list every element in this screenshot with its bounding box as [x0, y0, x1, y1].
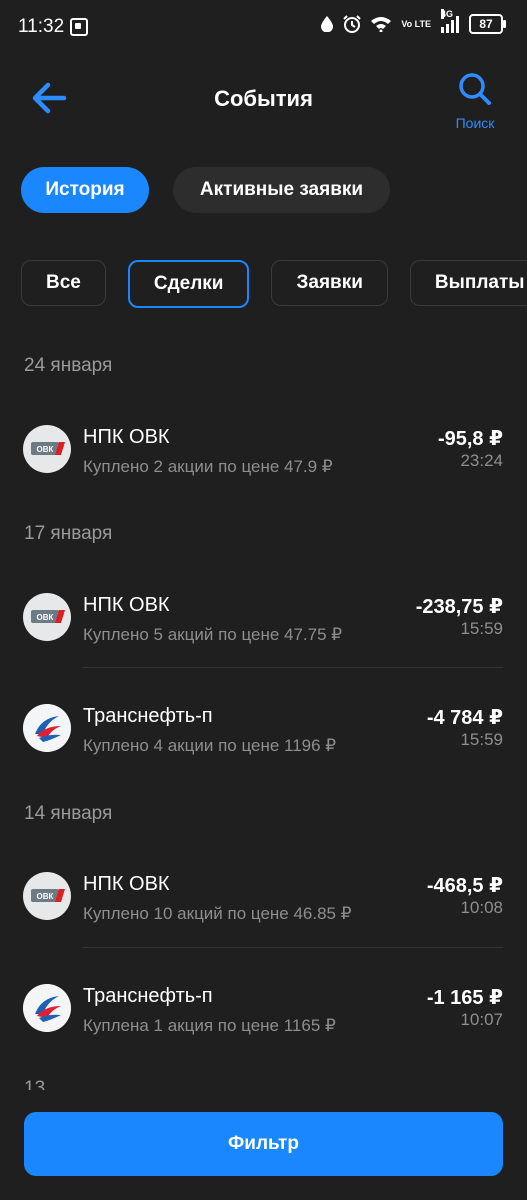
search-button[interactable]: Поиск	[447, 72, 503, 134]
search-label: Поиск	[455, 115, 495, 131]
date-header: 14 января	[24, 803, 113, 824]
instrument-name: Транснефть-п	[83, 985, 213, 1007]
chip-payouts[interactable]: Выплаты	[409, 260, 527, 306]
tab-history[interactable]: История	[21, 167, 149, 213]
ovk-logo: ОВК	[23, 425, 71, 473]
search-icon	[459, 73, 491, 105]
instrument-name: НПК ОВК	[83, 594, 170, 616]
list-item[interactable]: ОВК НПК ОВК Куплено 10 акций по цене 46.…	[0, 841, 527, 951]
deal-time: 10:08	[460, 898, 503, 917]
deal-description: Куплено 4 акции по цене 1196 ₽	[83, 736, 337, 755]
data-saver-icon	[321, 16, 334, 32]
deal-time: 15:59	[460, 730, 503, 749]
deal-amount: -95,8 ₽	[437, 428, 503, 450]
ovk-logo: ОВК	[23, 872, 71, 920]
list-item[interactable]: ОВК НПК ОВК Куплено 2 акции по цене 47.9…	[0, 393, 527, 503]
status-icons: Vo LTE 4G 87	[321, 9, 506, 34]
deal-description: Куплено 2 акции по цене 47.9 ₽	[83, 457, 333, 476]
filter-button[interactable]: Фильтр	[24, 1112, 503, 1176]
deal-time: 23:24	[460, 451, 503, 470]
deal-time: 10:07	[460, 1010, 503, 1029]
deal-amount: -4 784 ₽	[426, 707, 503, 729]
instrument-name: Транснефть-п	[83, 705, 213, 727]
list-item[interactable]: Транснефть-п Куплена 1 акция по цене 116…	[0, 953, 527, 1063]
screenshot-notification-icon	[70, 18, 88, 36]
status-time: 11:32	[18, 16, 65, 37]
deal-time: 15:59	[460, 619, 503, 638]
chip-deals[interactable]: Сделки	[127, 260, 250, 308]
deal-amount: -1 165 ₽	[426, 987, 503, 1009]
volte-icon: Vo LTE	[401, 18, 431, 29]
transneft-logo	[23, 984, 71, 1032]
deal-amount: -238,75 ₽	[415, 596, 503, 618]
svg-text:ОВК: ОВК	[37, 613, 54, 622]
list-item[interactable]: Транснефть-п Куплено 4 акции по цене 119…	[0, 673, 527, 783]
chip-orders[interactable]: Заявки	[271, 260, 388, 306]
signal-icon: 4G	[441, 9, 459, 33]
deal-amount: -468,5 ₽	[426, 875, 503, 897]
transneft-logo	[23, 704, 71, 752]
filter-chips: Все Сделки Заявки Выплаты	[21, 260, 527, 308]
date-header: 24 января	[24, 355, 113, 376]
deal-description: Куплено 10 акций по цене 46.85 ₽	[83, 904, 352, 923]
deal-description: Куплена 1 акция по цене 1165 ₽	[83, 1016, 336, 1035]
instrument-name: НПК ОВК	[83, 426, 170, 448]
deal-description: Куплено 5 акций по цене 47.75 ₽	[83, 625, 343, 644]
wifi-icon	[371, 17, 392, 32]
tab-active-orders[interactable]: Активные заявки	[173, 167, 390, 213]
chip-all[interactable]: Все	[21, 260, 106, 306]
battery-icon: 87	[469, 14, 506, 34]
status-bar: 11:32 Vo LTE 4G 87	[0, 0, 527, 54]
alarm-icon	[343, 15, 362, 33]
row-divider	[83, 947, 503, 948]
svg-text:ОВК: ОВК	[37, 892, 54, 901]
svg-text:ОВК: ОВК	[37, 445, 54, 454]
instrument-name: НПК ОВК	[83, 873, 170, 895]
row-divider	[83, 667, 503, 668]
ovk-logo: ОВК	[23, 593, 71, 641]
network-type: 4G	[441, 9, 454, 19]
list-item[interactable]: ОВК НПК ОВК Куплено 5 акций по цене 47.7…	[0, 561, 527, 671]
date-header: 17 января	[24, 523, 113, 544]
date-header-partial: 13	[24, 1078, 46, 1090]
